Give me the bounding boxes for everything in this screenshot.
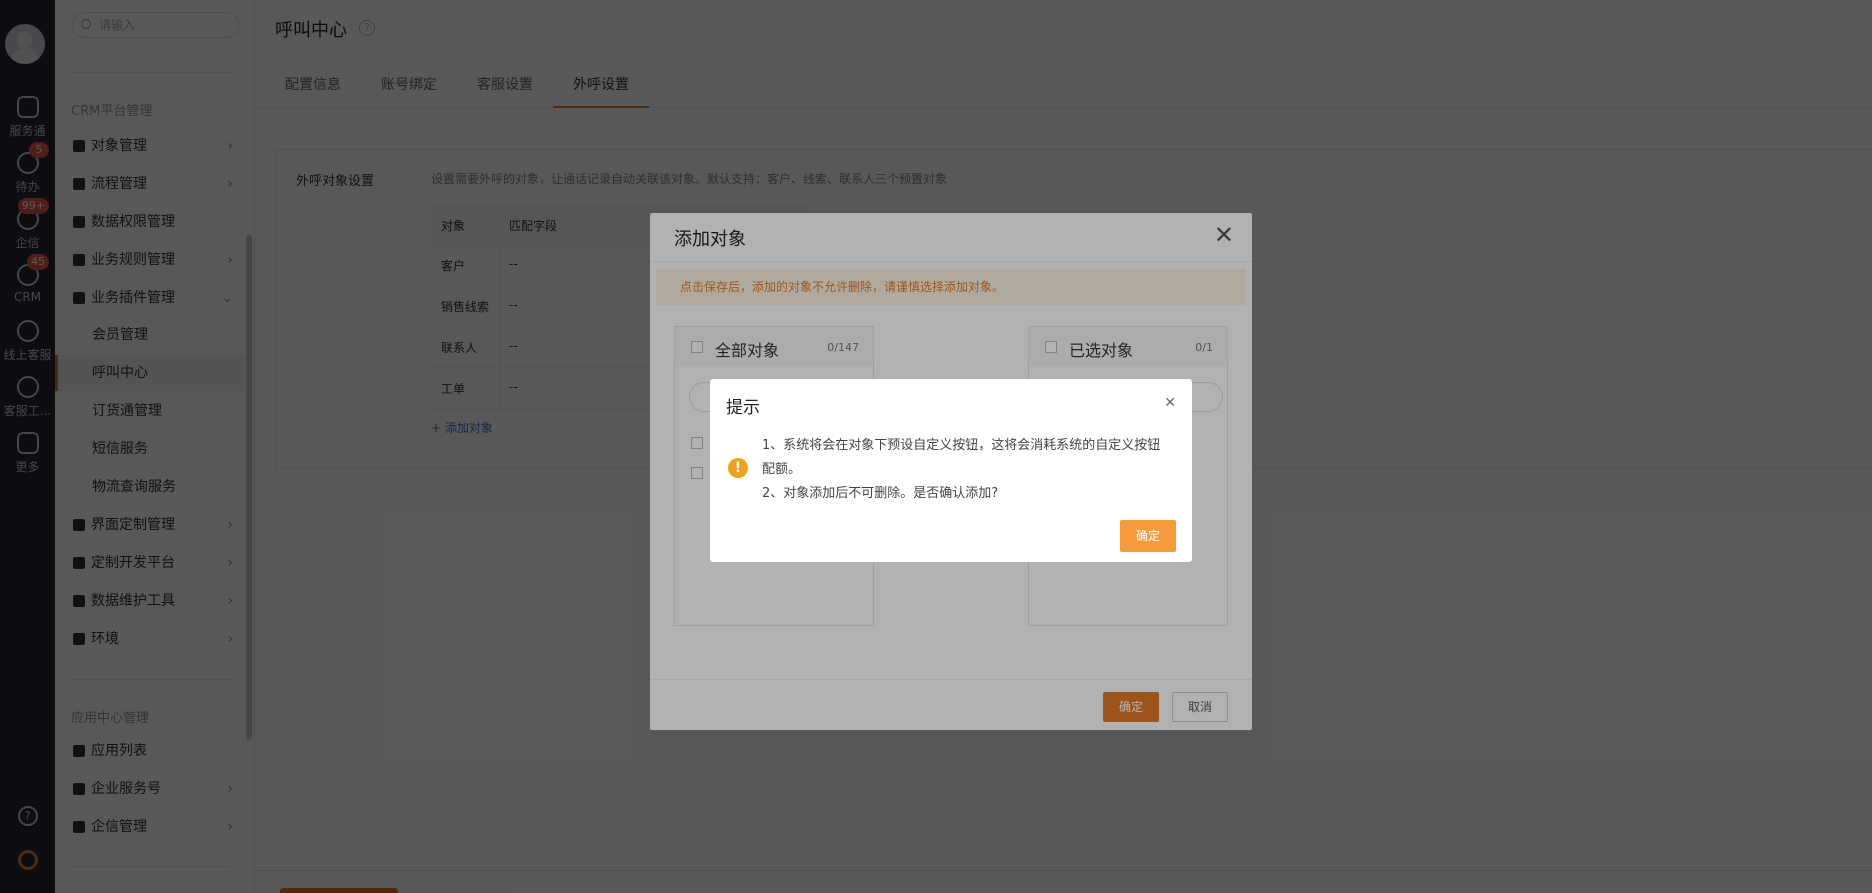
dialog-title: 提示 <box>726 398 760 418</box>
warning-icon: ! <box>728 458 748 478</box>
message-line: 2、对象添加后不可删除。是否确认添加? <box>762 486 999 501</box>
confirm-ok-button[interactable]: 确定 <box>1120 520 1176 552</box>
close-icon[interactable]: ✕ <box>1164 395 1176 411</box>
dialog-message: 1、系统将会在对象下预设自定义按钮，这将会消耗系统的自定义按钮配额。 2、对象添… <box>762 434 1172 506</box>
message-line: 1、系统将会在对象下预设自定义按钮，这将会消耗系统的自定义按钮配额。 <box>762 438 1161 477</box>
confirm-dialog: 提示 ✕ ! 1、系统将会在对象下预设自定义按钮，这将会消耗系统的自定义按钮配额… <box>710 379 1192 562</box>
